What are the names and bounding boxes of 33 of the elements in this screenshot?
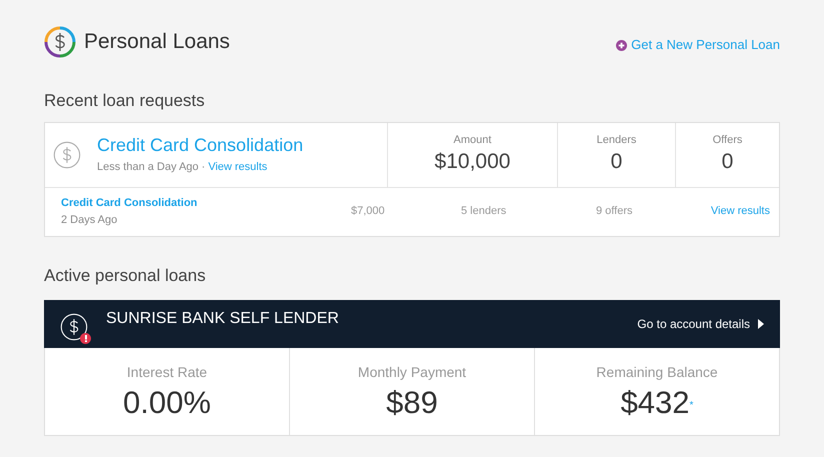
stat-label: Remaining Balance (596, 363, 718, 382)
stat-value: $89 (386, 384, 438, 422)
account-details-link[interactable]: Go to account details (637, 315, 764, 333)
caret-right-icon (758, 319, 764, 329)
stat-label: Interest Rate (126, 363, 208, 382)
stat-value: 0 (722, 149, 734, 175)
loan-name: SUNRISE BANK SELF LENDER (106, 309, 339, 329)
plus-circle-icon (616, 40, 628, 50)
new-loan-link[interactable]: Get a New Personal Loan (616, 35, 780, 55)
page-title: Personal Loans (84, 29, 230, 56)
view-results-link[interactable]: View results (208, 158, 268, 176)
view-results-link[interactable]: View results (710, 203, 770, 220)
separator-dot: · (202, 160, 206, 175)
stat-value: 0.00% (123, 384, 211, 422)
request-title-link[interactable]: Credit Card Consolidation (61, 195, 351, 212)
stat-value: $10,000 (434, 149, 510, 175)
amount-text: $7,000 (351, 204, 386, 220)
dollar-alert-icon (60, 313, 88, 341)
stat-label: Amount (454, 132, 492, 148)
dollar-logo-icon (44, 26, 76, 58)
request-title-link[interactable]: Credit Card Consolidation (97, 134, 304, 156)
request-age: 2 Days Ago (61, 212, 118, 228)
offers-text: 9 offers (596, 204, 632, 220)
stat-label: Monthly Payment (358, 363, 466, 382)
stat-label: Lenders (596, 132, 636, 148)
stat-value: $432$^{*}$ (620, 384, 694, 422)
stat-label: Offers (712, 132, 742, 148)
section-heading: Active personal loans (44, 264, 207, 286)
section-heading: Recent loan requests (44, 90, 206, 112)
lenders-text: 5 lenders (461, 204, 508, 220)
dollar-icon (53, 140, 81, 168)
stat-value: 0 (610, 149, 622, 175)
request-age: Less than a Day Ago (97, 160, 199, 175)
